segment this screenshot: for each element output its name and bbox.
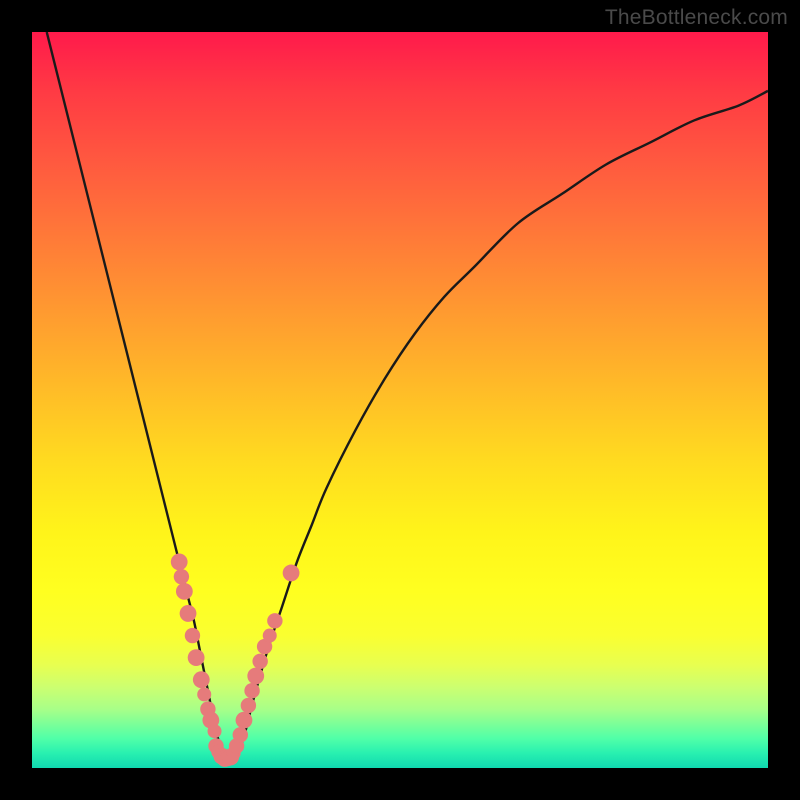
- data-marker: [185, 628, 200, 643]
- data-marker: [193, 671, 210, 688]
- data-marker: [176, 583, 193, 600]
- data-marker: [244, 683, 259, 698]
- data-markers: [171, 554, 300, 767]
- data-marker: [197, 687, 211, 701]
- data-marker: [208, 724, 222, 738]
- data-marker: [267, 613, 282, 628]
- data-marker: [171, 554, 188, 571]
- plot-area: [32, 32, 768, 768]
- data-marker: [283, 565, 300, 582]
- bottleneck-curve-path: [47, 32, 768, 761]
- data-marker: [233, 727, 248, 742]
- data-marker: [236, 712, 253, 729]
- data-marker: [180, 605, 197, 622]
- watermark-text: TheBottleneck.com: [605, 6, 788, 30]
- data-marker: [174, 569, 189, 584]
- data-marker: [241, 698, 256, 713]
- data-marker: [247, 668, 264, 685]
- chart-frame: TheBottleneck.com: [0, 0, 800, 800]
- bottleneck-curve-svg: [32, 32, 768, 768]
- data-marker: [263, 629, 277, 643]
- data-marker: [188, 649, 205, 666]
- data-marker: [252, 654, 267, 669]
